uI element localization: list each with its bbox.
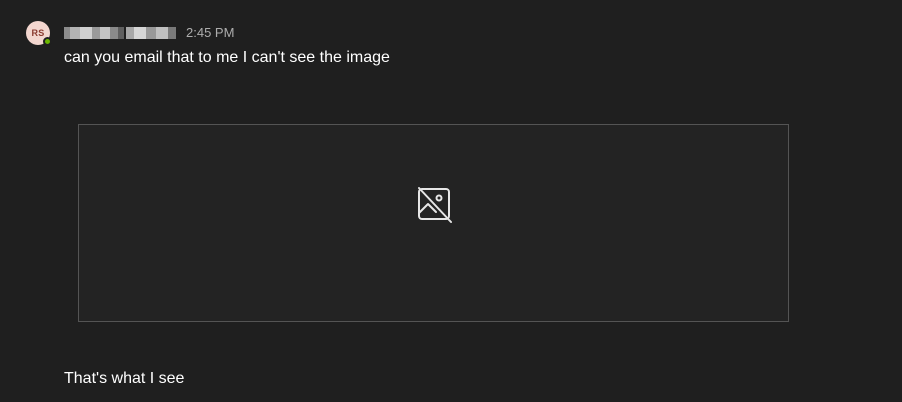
avatar-initials: RS (31, 28, 45, 38)
avatar[interactable]: RS (26, 21, 52, 46)
image-off-icon (418, 187, 452, 223)
presence-indicator (43, 37, 52, 46)
previous-message-fragment (58, 0, 598, 4)
message-timestamp: 2:45 PM (186, 25, 235, 40)
message-text: can you email that to me I can't see the… (64, 49, 390, 66)
sender-name-redacted[interactable] (64, 27, 176, 39)
followup-message-text: That's what I see (64, 370, 185, 387)
